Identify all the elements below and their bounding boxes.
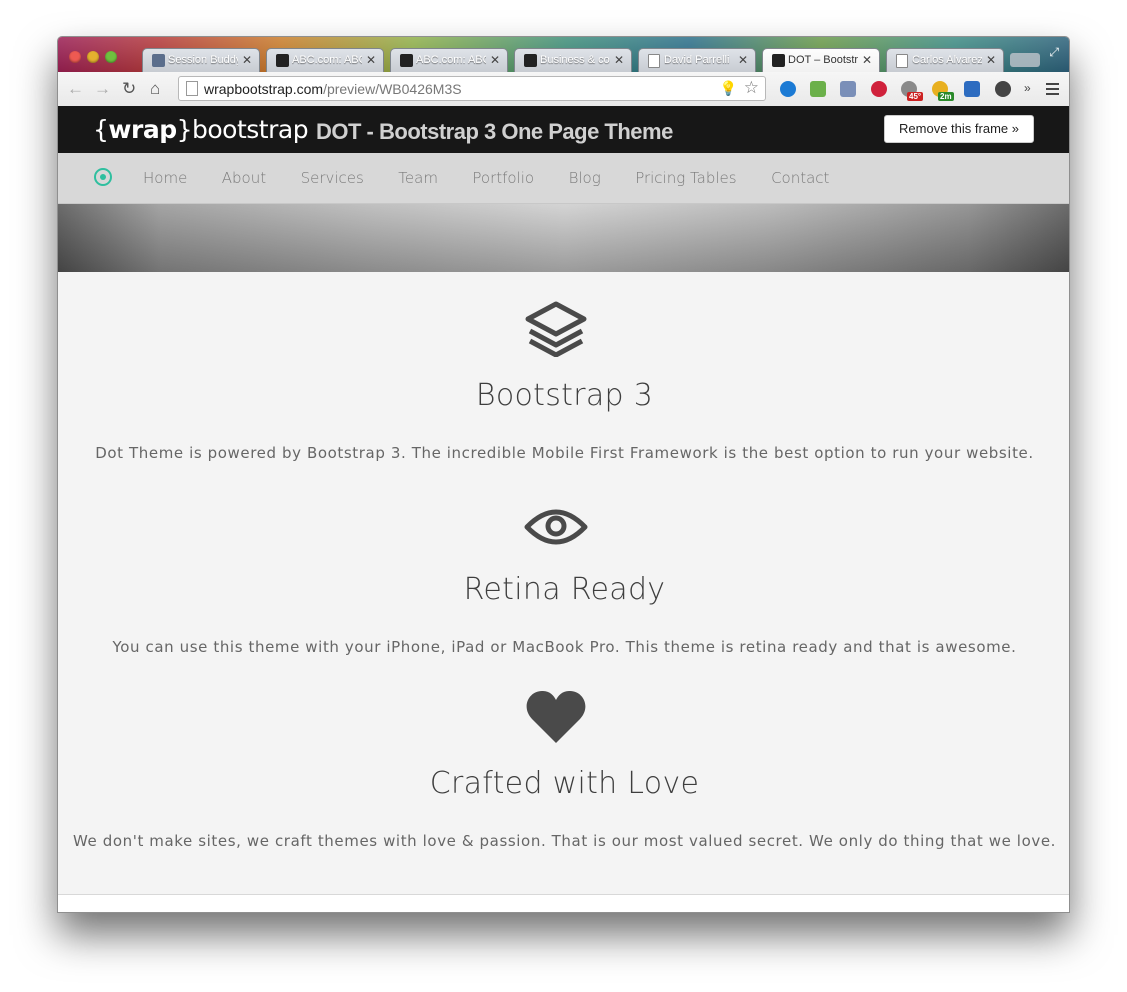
- nav-contact[interactable]: Contact: [771, 169, 829, 187]
- tab-business[interactable]: Business & co ✕: [514, 48, 632, 72]
- nav-portfolio[interactable]: Portfolio: [472, 169, 534, 187]
- session-icon: [152, 54, 165, 67]
- clock-icon[interactable]: [995, 81, 1011, 97]
- nav-team[interactable]: Team: [398, 169, 438, 187]
- tab-strip: Session Buddy ✕ ABC.com: ABC ✕ ABC.com: …: [58, 37, 1069, 72]
- page-bottom: [58, 895, 1069, 912]
- extension-window-icon[interactable]: [840, 81, 856, 97]
- bookmark-star-icon[interactable]: ☆: [744, 78, 759, 98]
- tab-david[interactable]: David Parrelli ✕: [638, 48, 756, 72]
- close-tab-icon[interactable]: ✕: [614, 53, 624, 67]
- download-icon[interactable]: [964, 81, 980, 97]
- abc-icon: [276, 54, 289, 67]
- zoom-window-button[interactable]: [105, 51, 117, 63]
- tab-carlos[interactable]: Carlos Alvarez ✕: [886, 48, 1004, 72]
- feature-title: Retina Ready: [463, 572, 666, 607]
- theme-title: DOT - Bootstrap 3 One Page Theme: [316, 119, 673, 144]
- close-tab-icon[interactable]: ✕: [986, 53, 996, 67]
- new-tab-button[interactable]: [1010, 53, 1040, 67]
- address-bar[interactable]: wrapbootstrap.com/preview/WB0426M3S 💡 ☆: [178, 76, 766, 101]
- doc-icon: [896, 54, 908, 68]
- forward-icon[interactable]: →: [94, 79, 111, 99]
- feature-text: You can use this theme with your iPhone,…: [112, 638, 1017, 656]
- close-tab-icon[interactable]: ✕: [738, 53, 748, 67]
- tab-abc-1[interactable]: ABC.com: ABC ✕: [266, 48, 384, 72]
- feature-title: Bootstrap 3: [475, 378, 654, 413]
- layers-icon: [525, 301, 587, 357]
- nav-services[interactable]: Services: [301, 169, 364, 187]
- menu-icon[interactable]: [1046, 83, 1059, 98]
- close-tab-icon[interactable]: ✕: [490, 53, 500, 67]
- tab-dot-bootstrap[interactable]: DOT – Bootstrap ✕: [762, 48, 880, 72]
- remove-frame-button[interactable]: Remove this frame »: [884, 115, 1034, 143]
- reload-icon[interactable]: ↻: [122, 79, 136, 99]
- eye-icon: [524, 509, 588, 545]
- tab-session-buddy[interactable]: Session Buddy ✕: [142, 48, 260, 72]
- browser-window: Session Buddy ✕ ABC.com: ABC ✕ ABC.com: …: [57, 36, 1070, 913]
- feature-text: We don't make sites, we craft themes wit…: [72, 832, 1057, 850]
- tab-title: ABC.com: ABC: [416, 54, 486, 66]
- nav-blog[interactable]: Blog: [569, 169, 601, 187]
- weather-badge: 45°: [907, 92, 924, 101]
- page-icon: [186, 81, 198, 96]
- tab-title: DOT – Bootstrap: [788, 54, 858, 66]
- tab-title: Business & co: [540, 54, 610, 66]
- home-icon[interactable]: ⌂: [150, 79, 160, 99]
- feature-title: Crafted with Love: [429, 766, 700, 801]
- wrapbootstrap-logo[interactable]: {wrap}bootstrap: [93, 115, 309, 144]
- doc-icon: [648, 54, 660, 68]
- close-tab-icon[interactable]: ✕: [366, 53, 376, 67]
- lightbulb-icon[interactable]: 💡: [720, 80, 737, 97]
- wrap-icon: [524, 54, 537, 67]
- tab-title: Session Buddy: [168, 54, 238, 66]
- tab-title: Carlos Alvarez: [912, 54, 982, 66]
- heart-icon: [526, 690, 586, 743]
- nav-pricing-tables[interactable]: Pricing Tables: [635, 169, 736, 187]
- feature-text: Dot Theme is powered by Bootstrap 3. The…: [95, 444, 1034, 462]
- extension-y-icon[interactable]: [780, 81, 796, 97]
- hero-banner: [58, 204, 1069, 272]
- wrap-icon: [772, 54, 785, 67]
- nav-about[interactable]: About: [222, 169, 266, 187]
- pinterest-icon[interactable]: [871, 81, 887, 97]
- url-text[interactable]: wrapbootstrap.com/preview/WB0426M3S: [204, 81, 462, 97]
- nav-home[interactable]: Home: [143, 169, 187, 187]
- close-tab-icon[interactable]: ✕: [242, 53, 252, 67]
- site-navbar: Home About Services Team Portfolio Blog …: [58, 153, 1069, 204]
- tab-title: David Parrelli: [664, 54, 730, 66]
- preview-frame-bar: {wrap}bootstrap DOT - Bootstrap 3 One Pa…: [58, 106, 1069, 153]
- extension-arrow-icon[interactable]: [810, 81, 826, 97]
- fullscreen-icon[interactable]: ⤢: [1049, 45, 1059, 60]
- close-tab-icon[interactable]: ✕: [862, 53, 872, 67]
- overflow-chevron-icon[interactable]: »: [1024, 81, 1031, 95]
- minimize-window-button[interactable]: [87, 51, 99, 63]
- tab-abc-2[interactable]: ABC.com: ABC ✕: [390, 48, 508, 72]
- timer-badge: 2m: [938, 92, 954, 101]
- tab-title: ABC.com: ABC: [292, 54, 362, 66]
- dot-logo-icon[interactable]: [94, 168, 112, 186]
- back-icon[interactable]: ←: [67, 79, 84, 99]
- close-window-button[interactable]: [69, 51, 81, 63]
- abc-icon: [400, 54, 413, 67]
- browser-toolbar: ← → ↻ ⌂ wrapbootstrap.com/preview/WB0426…: [58, 72, 1069, 107]
